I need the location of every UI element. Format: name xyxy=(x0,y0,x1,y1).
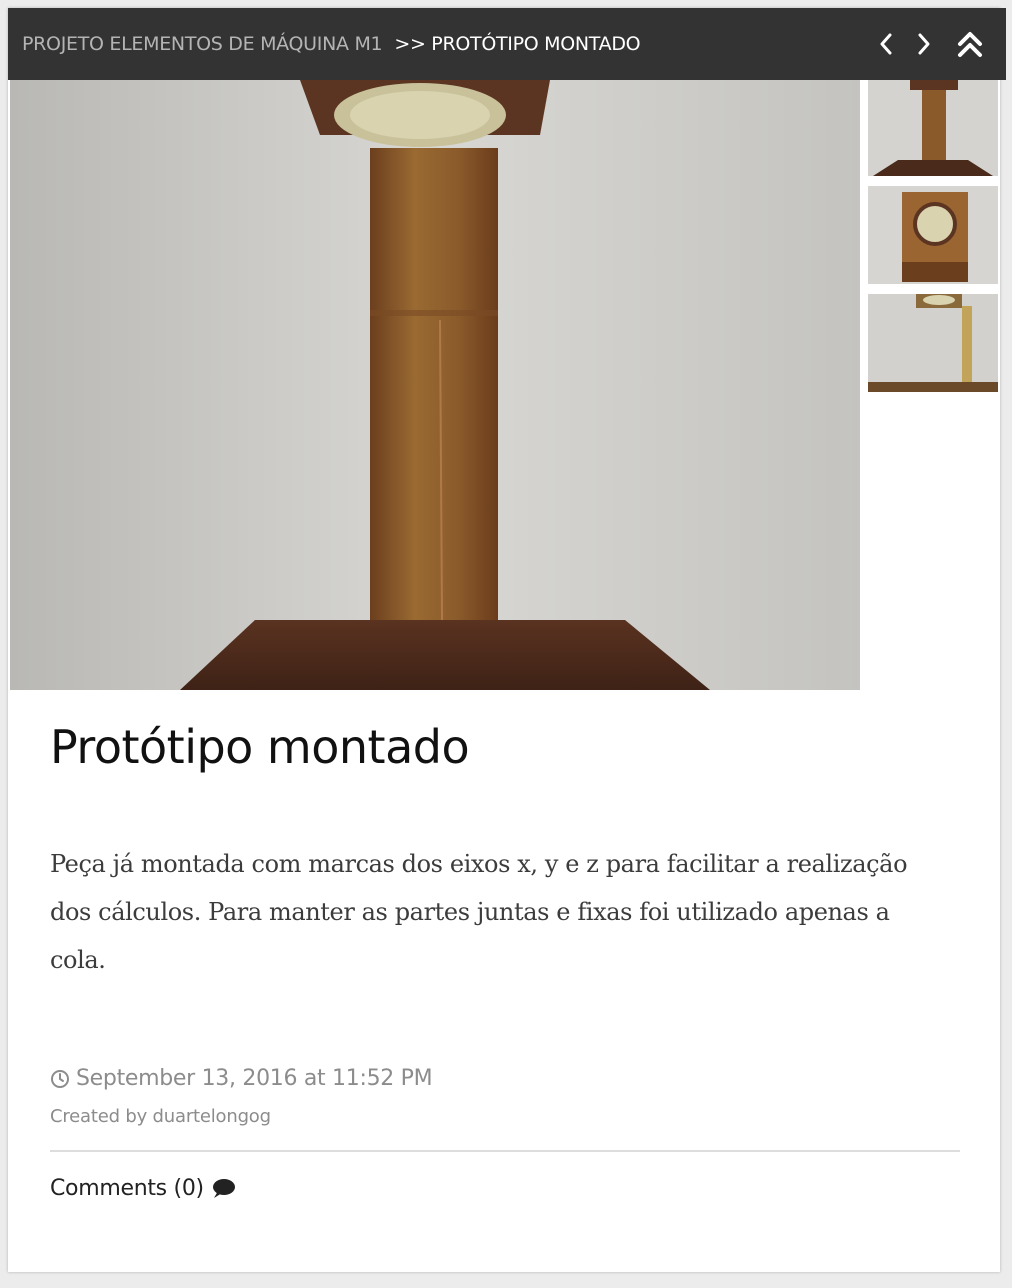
thumbnail-2[interactable] xyxy=(868,186,998,284)
post-card: PROJETO ELEMENTOS DE MÁQUINA M1 >> PROTÓ… xyxy=(8,8,1006,1272)
comment-bubble-icon xyxy=(212,1178,235,1198)
thumbnail-photo xyxy=(868,294,998,392)
comments-label: Comments (0) xyxy=(50,1176,204,1201)
main-photo[interactable] xyxy=(10,80,860,690)
prototype-photo xyxy=(10,80,860,690)
thumbnail-photo xyxy=(868,80,998,176)
breadcrumb-parent-link[interactable]: PROJETO ELEMENTOS DE MÁQUINA M1 xyxy=(22,33,383,55)
thumbnail-1[interactable] xyxy=(868,80,998,176)
next-button[interactable] xyxy=(908,8,940,80)
post-date-row: September 13, 2016 at 11:52 PM xyxy=(50,1066,433,1091)
top-bar: PROJETO ELEMENTOS DE MÁQUINA M1 >> PROTÓ… xyxy=(8,8,1006,80)
back-to-top-button[interactable] xyxy=(950,8,990,80)
chevron-right-icon xyxy=(918,33,930,55)
previous-button[interactable] xyxy=(870,8,902,80)
post-date: September 13, 2016 at 11:52 PM xyxy=(76,1066,433,1091)
post-description: Peça já montada com marcas dos eixos x, … xyxy=(50,850,908,974)
comments-link[interactable]: Comments (0) xyxy=(50,1176,236,1201)
thumbnail-3[interactable] xyxy=(868,294,998,392)
thumbnail-photo xyxy=(868,186,998,284)
divider xyxy=(50,1150,960,1152)
chevron-left-icon xyxy=(880,33,892,55)
post-author: Created by duartelongog xyxy=(50,1106,271,1127)
breadcrumb-current: >> PROTÓTIPO MONTADO xyxy=(394,33,641,55)
clock-icon xyxy=(51,1069,69,1088)
post-title: Protótipo montado xyxy=(50,720,470,774)
double-chevron-up-icon xyxy=(958,32,982,57)
